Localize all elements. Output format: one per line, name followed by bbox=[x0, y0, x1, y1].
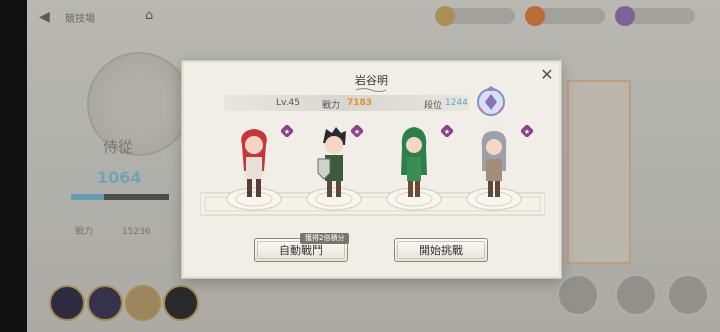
rank-badge-icon bbox=[477, 86, 505, 116]
star-badge-icon: ★ bbox=[521, 125, 533, 137]
hero-shield[interactable] bbox=[314, 123, 354, 205]
challenge-dialog: 岩谷明 ✕ Lv.45 戰力 7183 段位 1244 ★ ★ ★ ★ 自動戰鬥… bbox=[182, 61, 561, 278]
level-text: Lv.45 bbox=[276, 98, 300, 108]
game-screen: ◀ 競技場 ⌂ 侍從 1064 戰力 15236 岩谷明 ✕ Lv.45 戰力 … bbox=[27, 0, 720, 332]
auto-battle-label: 自動戰鬥 bbox=[279, 244, 323, 257]
svg-text:★: ★ bbox=[524, 128, 530, 136]
star-badge-icon: ★ bbox=[281, 125, 293, 137]
rank-value: 1244 bbox=[445, 98, 468, 108]
close-icon[interactable]: ✕ bbox=[539, 67, 555, 83]
hero-red-hair[interactable] bbox=[234, 123, 274, 205]
star-badge-icon: ★ bbox=[351, 125, 363, 137]
hero-silver-hair[interactable] bbox=[474, 123, 514, 205]
title-ornament bbox=[355, 88, 387, 92]
svg-text:★: ★ bbox=[354, 128, 360, 136]
rank-label: 段位 bbox=[424, 101, 443, 111]
start-challenge-button[interactable]: 開始挑戰 bbox=[394, 238, 488, 262]
power-value: 7183 bbox=[347, 98, 373, 108]
hero-green-hair[interactable] bbox=[394, 123, 434, 205]
start-challenge-label: 開始挑戰 bbox=[419, 244, 463, 257]
power-label: 戰力 bbox=[322, 101, 341, 111]
svg-text:★: ★ bbox=[284, 128, 290, 136]
svg-text:★: ★ bbox=[444, 128, 450, 136]
star-badge-icon: ★ bbox=[441, 125, 453, 137]
double-points-tip: 獲得2倍積分 bbox=[300, 233, 350, 244]
